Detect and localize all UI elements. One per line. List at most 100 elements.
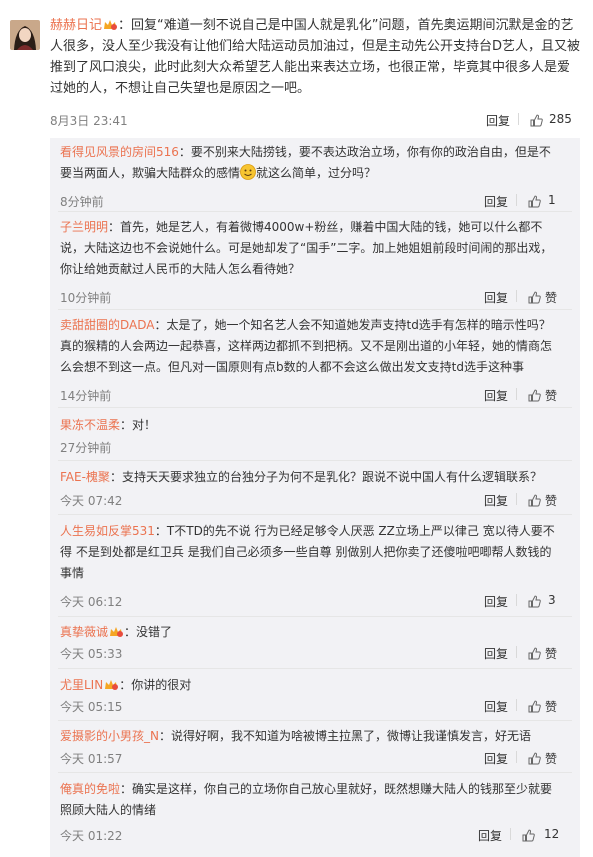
reply-body: ：确实是这样，你自己的立场你自己放心里就好，既然想赚大陆人的钱那至少就要照顾大陆… [60,782,553,817]
list-item: 真挚薇诚 ：没错了 今天 05:33 回复 赞 [50,622,580,668]
divider [58,309,572,310]
thumbs-up-icon[interactable] [528,387,541,402]
reply-username[interactable]: 人生易如反掌531 [60,524,155,538]
reply-username[interactable]: 卖甜甜圈的DADA [60,318,154,332]
reply-username[interactable]: FAE-槐聚 [60,470,110,484]
list-item: 子兰明明：首先，她是艺人，有着微博4000w+粉丝，赚着中国大陆的钱，她可以什么… [50,217,580,307]
thumbs-up-icon[interactable] [528,193,541,208]
reply-time: 今天 05:33 [60,647,123,661]
divider [516,493,517,505]
list-item: 俺真的免啦：确实是这样，你自己的立场你自己放心里就好，既然想赚大陆人的钱那至少就… [50,779,580,849]
vip-crown-icon [104,676,119,690]
reply-like-count: 3 [548,593,556,607]
divider [58,407,572,408]
reply-username[interactable]: 果冻不温柔 [60,418,120,432]
reply-text: 尤里LIN ：你讲的很对 [60,675,560,696]
list-item: FAE-槐聚：支持天天要求独立的台独分子为何不是乳化？跟说不说中国人有什么逻辑联… [50,467,580,513]
reply-body: ：没错了 [124,625,173,639]
divider [518,113,519,125]
reply-text: 果冻不温柔：对！ [60,415,560,436]
main-comment-reply-button[interactable]: 回复 [486,112,510,129]
reply-button[interactable]: 回复 [484,593,508,610]
reply-like-label: 赞 [545,389,558,403]
vip-crown-icon [109,623,124,637]
thumbs-up-icon[interactable] [530,112,543,127]
reply-body: ：说得好啊，我不知道为啥被博主拉黑了，微博让我谨慎发言，好无语 [158,729,531,743]
reply-text: 看得见风景的房间516：要不别来大陆捞钱，要不表达政治立场，你有你的政治自由，但… [60,142,560,184]
reply-username[interactable]: 尤里LIN [60,678,103,692]
reply-button[interactable]: 回复 [478,827,502,844]
reply-time: 今天 05:15 [60,700,123,714]
reply-username[interactable]: 真挚薇诚 [60,625,108,639]
reply-text: 卖甜甜圈的DADA：太是了，她一个知名艺人会不知道她发声支持td选手有怎样的暗示… [60,315,560,378]
divider [516,699,517,711]
reply-list: 看得见风景的房间516：要不别来大陆捞钱，要不表达政治立场，你有你的政治自由，但… [50,138,580,857]
divider [58,514,572,515]
divider [516,594,517,606]
reply-button[interactable]: 回复 [484,492,508,509]
divider [58,668,572,669]
divider [58,616,572,617]
list-item: 看得见风景的房间516：要不别来大陆捞钱，要不表达政治立场，你有你的政治自由，但… [50,142,580,212]
reply-text: 真挚薇诚 ：没错了 [60,622,560,643]
reply-text: 子兰明明：首先，她是艺人，有着微博4000w+粉丝，赚着中国大陆的钱，她可以什么… [60,217,560,280]
reply-body: ：支持天天要求独立的台独分子为何不是乳化？跟说不说中国人有什么逻辑联系？ [109,470,542,484]
list-item: 卖甜甜圈的DADA：太是了，她一个知名艺人会不知道她发声支持td选手有怎样的暗示… [50,315,580,405]
reply-like-label: 赞 [545,700,558,714]
divider [516,751,517,763]
reply-username[interactable]: 子兰明明 [60,220,108,234]
main-comment-username[interactable]: 赫赫日记 [50,18,102,33]
reply-time: 10分钟前 [60,291,112,305]
thumbs-up-icon[interactable] [522,827,535,842]
list-item: 爱摄影的小男孩_N：说得好啊，我不知道为啥被博主拉黑了，微博让我谨慎发言，好无语… [50,726,580,772]
main-comment: 赫赫日记 ：回复“难道一刻不说自己是中国人就是乳化”问题，首先奥运期间沉默是金的艺… [0,0,593,130]
thumbs-up-icon[interactable] [528,698,541,713]
divider [516,290,517,302]
reply-time: 今天 06:12 [60,595,123,609]
reply-username[interactable]: 爱摄影的小男孩_N [60,729,159,743]
reply-time: 今天 07:42 [60,494,123,508]
reply-time: 今天 01:57 [60,752,123,766]
avatar[interactable] [10,20,40,50]
thumbs-up-icon[interactable] [528,645,541,660]
main-comment-time: 8月3日 23:41 [50,114,128,128]
reply-time: 8分钟前 [60,195,104,209]
reply-time: 今天 01:22 [60,829,123,843]
reply-like-count: 12 [544,827,560,841]
smile-emoji-icon [240,164,256,180]
reply-username[interactable]: 看得见风景的房间516 [60,145,179,159]
divider [516,388,517,400]
divider [58,211,572,212]
reply-body: ：首先，她是艺人，有着微博4000w+粉丝，赚着中国大陆的钱，她可以什么都不说，… [60,220,553,276]
thumbs-up-icon[interactable] [528,492,541,507]
reply-like-count: 1 [548,193,556,207]
main-comment-text: 赫赫日记 ：回复“难道一刻不说自己是中国人就是乳化”问题，首先奥运期间沉默是金的艺… [50,15,580,99]
reply-body-end: 就这么简单，过分吗？ [256,166,377,180]
vip-crown-icon [103,16,118,30]
reply-time: 14分钟前 [60,389,112,403]
reply-text: FAE-槐聚：支持天天要求独立的台独分子为何不是乳化？跟说不说中国人有什么逻辑联… [60,467,560,488]
main-comment-like-count: 285 [549,112,572,126]
reply-button[interactable]: 回复 [484,645,508,662]
thumbs-up-icon[interactable] [528,593,541,608]
reply-like-label: 赞 [545,291,558,305]
thumbs-up-icon[interactable] [528,289,541,304]
reply-button[interactable]: 回复 [484,289,508,306]
divider [516,194,517,206]
reply-text: 爱摄影的小男孩_N：说得好啊，我不知道为啥被博主拉黑了，微博让我谨慎发言，好无语 [60,726,560,747]
reply-button[interactable]: 回复 [484,193,508,210]
reply-time: 27分钟前 [60,441,112,455]
reply-button[interactable]: 回复 [484,698,508,715]
reply-text: 人生易如反掌531：T不TD的先不说 行为已经足够令人厌恶 ZZ立场上严以律己 … [60,521,560,584]
reply-username[interactable]: 俺真的免啦 [60,782,120,796]
divider [510,828,511,840]
thumbs-up-icon[interactable] [528,750,541,765]
reply-button[interactable]: 回复 [484,387,508,404]
list-item: 尤里LIN ：你讲的很对 今天 05:15 回复 赞 [50,675,580,721]
list-item: 人生易如反掌531：T不TD的先不说 行为已经足够令人厌恶 ZZ立场上严以律己 … [50,521,580,611]
reply-like-label: 赞 [545,494,558,508]
main-comment-body: ：回复“难道一刻不说自己是中国人就是乳化”问题，首先奥运期间沉默是金的艺人很多，… [50,18,581,96]
reply-text: 俺真的免啦：确实是这样，你自己的立场你自己放心里就好，既然想赚大陆人的钱那至少就… [60,779,560,821]
list-item: 果冻不温柔：对！ 27分钟前 [50,415,580,461]
reply-button[interactable]: 回复 [484,750,508,767]
